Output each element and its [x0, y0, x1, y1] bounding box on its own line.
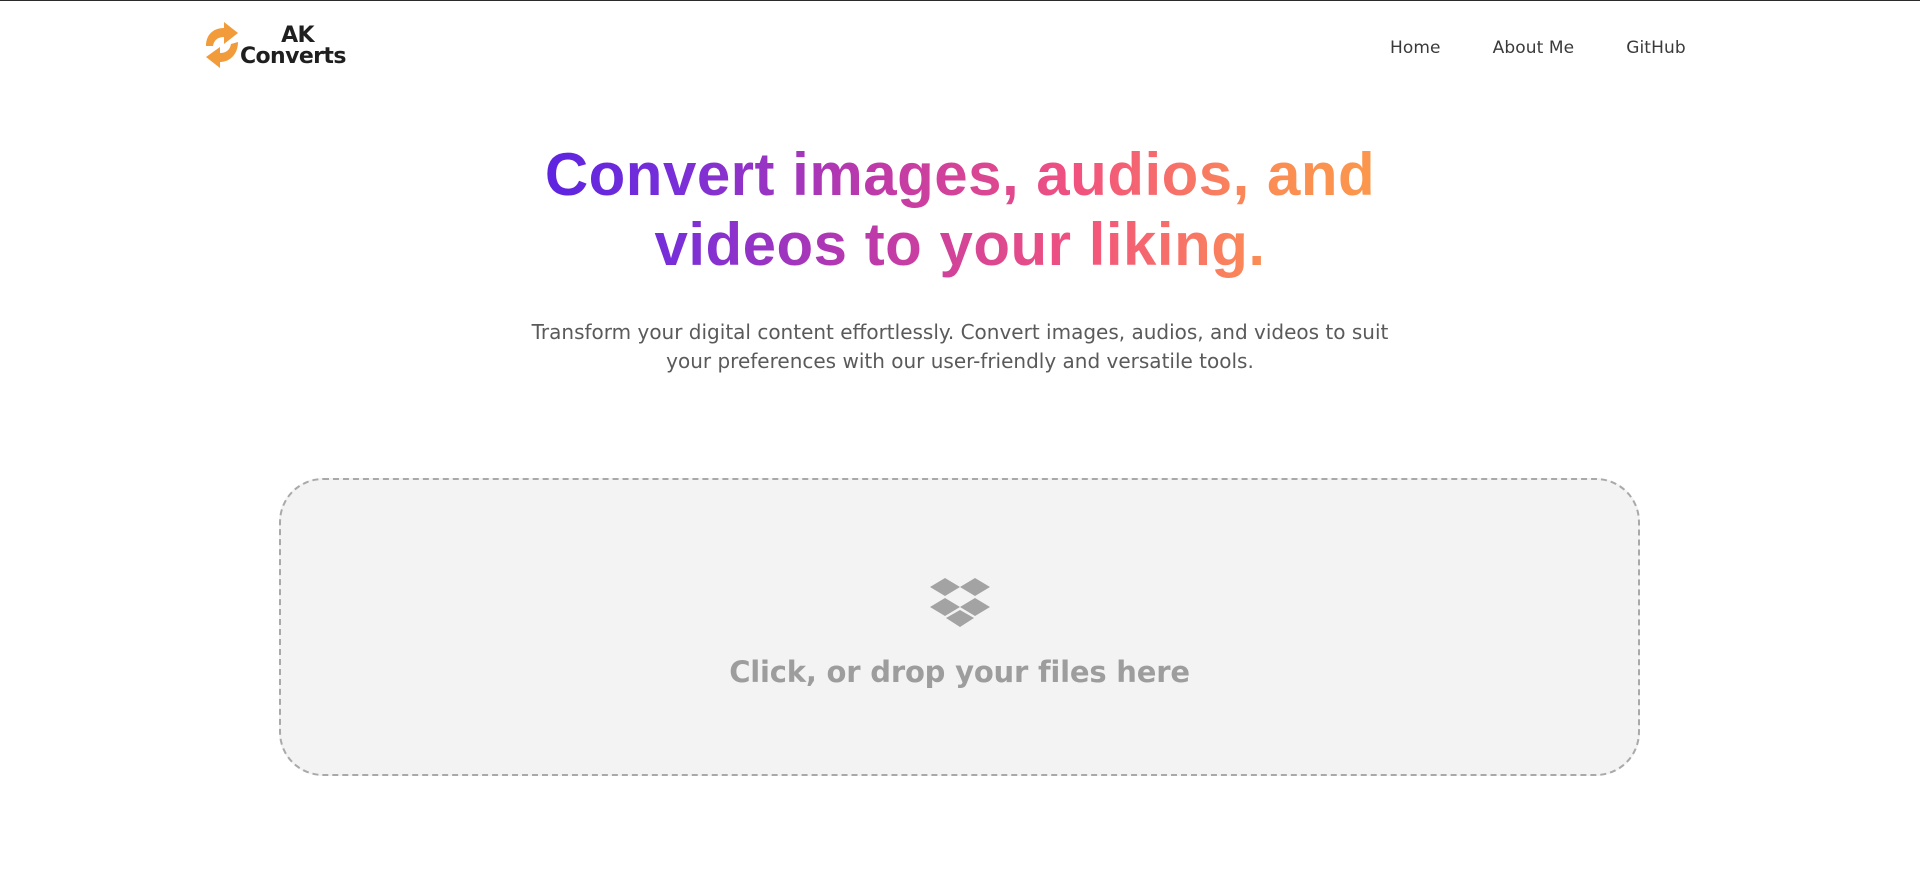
main-nav: Home About Me GitHub [1390, 36, 1686, 60]
brand-line-2: Converts [240, 44, 346, 69]
hero-title-line-2: videos to your liking. [654, 211, 1266, 278]
brand-logo-link[interactable]: AK Converts [200, 18, 346, 72]
dropbox-icon [930, 578, 990, 627]
hero-title: Convert images, audios, and videos to yo… [460, 140, 1460, 280]
nav-link-github[interactable]: GitHub [1626, 36, 1686, 60]
file-dropzone[interactable]: Click, or drop your files here [279, 478, 1640, 776]
hero-title-line-1: Convert images, audios, and [544, 141, 1376, 208]
refresh-arrows-icon [206, 22, 238, 68]
dropzone-label: Click, or drop your files here [729, 655, 1190, 689]
nav-link-home[interactable]: Home [1390, 36, 1441, 60]
hero-subtitle: Transform your digital content effortles… [510, 318, 1410, 376]
nav-link-about-me[interactable]: About Me [1493, 36, 1575, 60]
brand-line-1: AK [281, 23, 314, 48]
hero-subtitle-line-1: Transform your digital content effortles… [531, 320, 1389, 344]
navbar: AK Converts Home About Me GitHub [0, 0, 1920, 96]
hero-subtitle-line-2: your preferences with our user-friendly … [666, 349, 1254, 373]
brand-wordmark: AK Converts [240, 23, 346, 69]
